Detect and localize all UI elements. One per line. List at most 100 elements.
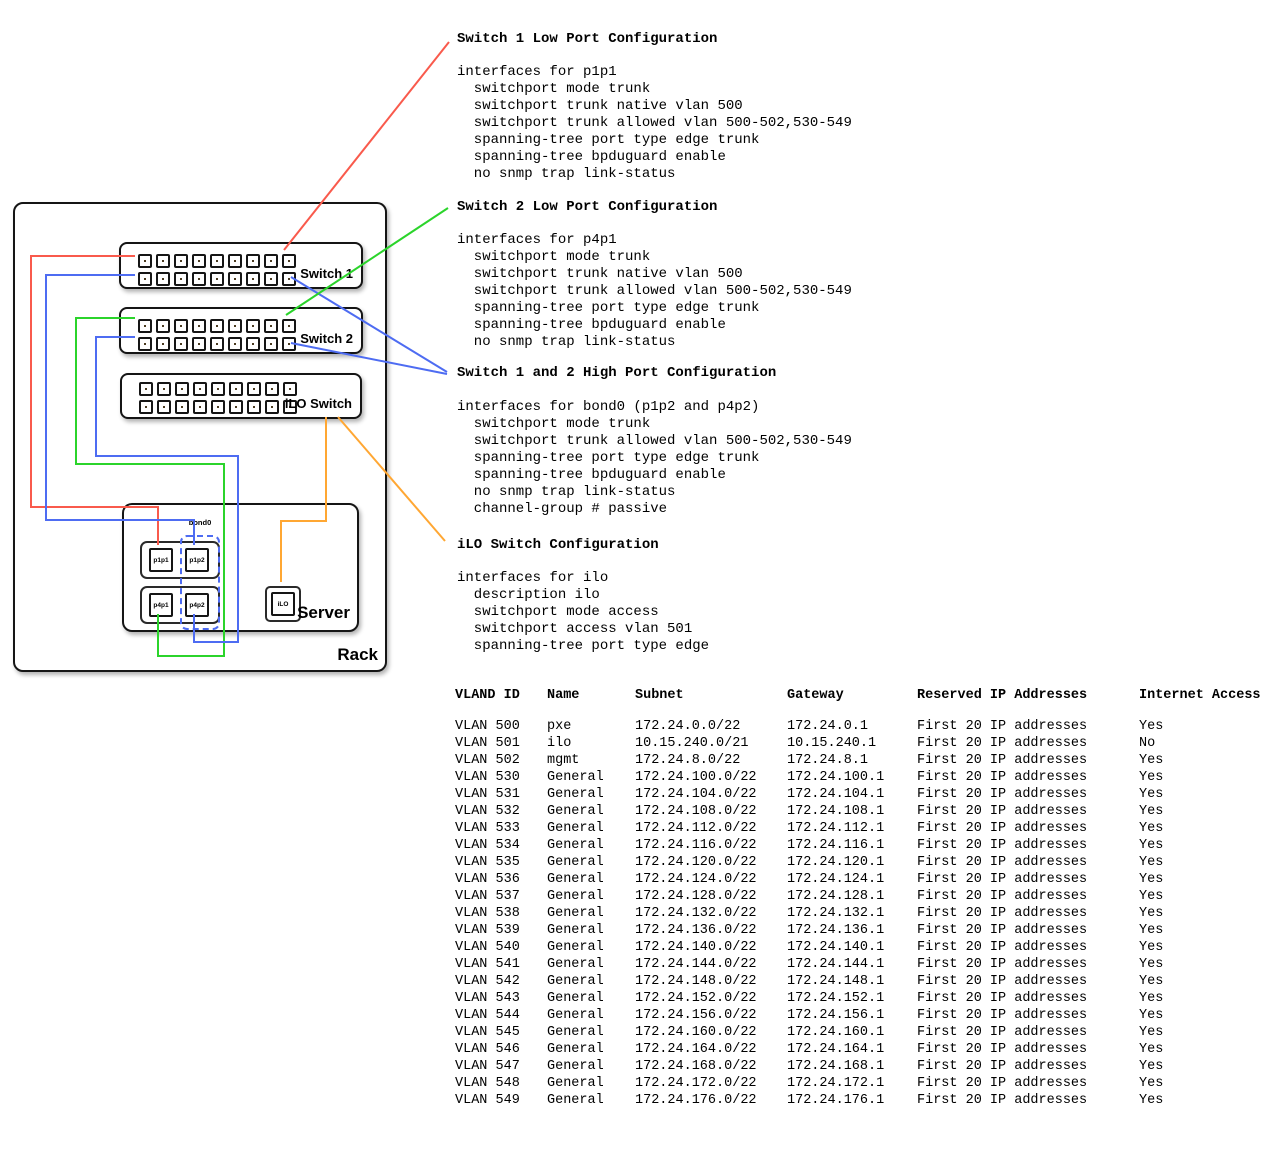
- switch1-port-row-high: [138, 272, 296, 286]
- cell-reserved-ip: First 20 IP addresses: [917, 735, 1087, 752]
- cell-gateway: 172.24.108.1: [787, 803, 884, 820]
- cell-name: General: [547, 820, 604, 837]
- cell-reserved-ip: First 20 IP addresses: [917, 854, 1087, 871]
- cell-internet-access: Yes: [1139, 905, 1163, 922]
- switch-port: [192, 254, 206, 268]
- switch-port: [282, 272, 296, 286]
- cell-internet-access: Yes: [1139, 820, 1163, 837]
- table-row: VLAN 547 General 172.24.168.0/22 172.24.…: [455, 1058, 1265, 1075]
- switch1-port-row-low: [138, 254, 296, 268]
- cell-subnet: 10.15.240.0/21: [635, 735, 748, 752]
- table-row: VLAN 502 mgmt 172.24.8.0/22 172.24.8.1 F…: [455, 752, 1265, 769]
- table-row: VLAN 539 General 172.24.136.0/22 172.24.…: [455, 922, 1265, 939]
- cell-internet-access: Yes: [1139, 803, 1163, 820]
- cell-subnet: 172.24.156.0/22: [635, 1007, 757, 1024]
- cell-reserved-ip: First 20 IP addresses: [917, 820, 1087, 837]
- switch-port: [210, 254, 224, 268]
- switch-port: [228, 319, 242, 333]
- config-line: interfaces for ilo: [457, 570, 709, 587]
- switch-port: [192, 337, 206, 351]
- switch-port: [264, 272, 278, 286]
- config-title-ilo-switch: iLO Switch Configuration: [457, 537, 659, 554]
- table-row: VLAN 535 General 172.24.120.0/22 172.24.…: [455, 854, 1265, 871]
- cell-gateway: 10.15.240.1: [787, 735, 876, 752]
- config-line: switchport trunk native vlan 500: [457, 266, 852, 283]
- config-line: switchport access vlan 501: [457, 621, 709, 638]
- cell-reserved-ip: First 20 IP addresses: [917, 1007, 1087, 1024]
- cell-subnet: 172.24.8.0/22: [635, 752, 740, 769]
- cell-vlan-id: VLAN 530: [455, 769, 520, 786]
- config-line: interfaces for p4p1: [457, 232, 852, 249]
- config-line: spanning-tree port type edge: [457, 638, 709, 655]
- config-body-switch2-low: interfaces for p4p1 switchport mode trun…: [457, 232, 852, 351]
- table-row: VLAN 533 General 172.24.112.0/22 172.24.…: [455, 820, 1265, 837]
- switch-port: [282, 337, 296, 351]
- config-body-ilo-switch: interfaces for ilo description ilo switc…: [457, 570, 709, 655]
- cell-internet-access: Yes: [1139, 769, 1163, 786]
- switch-port: [174, 254, 188, 268]
- config-line: spanning-tree bpduguard enable: [457, 317, 852, 334]
- server-port-p4p1: p4p1: [149, 593, 173, 617]
- cell-subnet: 172.24.108.0/22: [635, 803, 757, 820]
- cell-reserved-ip: First 20 IP addresses: [917, 1058, 1087, 1075]
- ilo-switch-box: iLO Switch: [120, 373, 362, 419]
- rack-box: Switch 1 Switch 2 iLO Switch bond0 p1p1 …: [13, 202, 387, 672]
- config-line: switchport mode trunk: [457, 416, 852, 433]
- switch-port: [138, 319, 152, 333]
- config-line: no snmp trap link-status: [457, 166, 852, 183]
- switch-port: [175, 382, 189, 396]
- cell-reserved-ip: First 20 IP addresses: [917, 956, 1087, 973]
- cell-vlan-id: VLAN 535: [455, 854, 520, 871]
- cell-gateway: 172.24.172.1: [787, 1075, 884, 1092]
- table-row: VLAN 501 ilo 10.15.240.0/21 10.15.240.1 …: [455, 735, 1265, 752]
- cell-vlan-id: VLAN 533: [455, 820, 520, 837]
- table-row: VLAN 548 General 172.24.172.0/22 172.24.…: [455, 1075, 1265, 1092]
- table-row: VLAN 540 General 172.24.140.0/22 172.24.…: [455, 939, 1265, 956]
- cell-reserved-ip: First 20 IP addresses: [917, 939, 1087, 956]
- config-line: spanning-tree bpduguard enable: [457, 149, 852, 166]
- cell-reserved-ip: First 20 IP addresses: [917, 837, 1087, 854]
- cell-name: General: [547, 1007, 604, 1024]
- header-vland-id: VLAND ID: [455, 687, 520, 704]
- cell-vlan-id: VLAN 544: [455, 1007, 520, 1024]
- cell-vlan-id: VLAN 549: [455, 1092, 520, 1109]
- switch-port: [156, 254, 170, 268]
- cell-gateway: 172.24.128.1: [787, 888, 884, 905]
- cell-vlan-id: VLAN 546: [455, 1041, 520, 1058]
- cell-subnet: 172.24.140.0/22: [635, 939, 757, 956]
- table-row: VLAN 531 General 172.24.104.0/22 172.24.…: [455, 786, 1265, 803]
- config-line: channel-group # passive: [457, 501, 852, 518]
- cell-vlan-id: VLAN 545: [455, 1024, 520, 1041]
- server-label: Server: [297, 603, 350, 623]
- cell-internet-access: Yes: [1139, 1058, 1163, 1075]
- cell-name: General: [547, 888, 604, 905]
- config-line: spanning-tree port type edge trunk: [457, 132, 852, 149]
- switch-port: [210, 337, 224, 351]
- config-line: no snmp trap link-status: [457, 484, 852, 501]
- cell-internet-access: Yes: [1139, 1041, 1163, 1058]
- switch-port: [228, 272, 242, 286]
- cell-reserved-ip: First 20 IP addresses: [917, 718, 1087, 735]
- cell-subnet: 172.24.132.0/22: [635, 905, 757, 922]
- cell-subnet: 172.24.172.0/22: [635, 1075, 757, 1092]
- cell-name: General: [547, 786, 604, 803]
- switch-port: [211, 382, 225, 396]
- cell-vlan-id: VLAN 502: [455, 752, 520, 769]
- config-line: switchport trunk native vlan 500: [457, 98, 852, 115]
- cell-reserved-ip: First 20 IP addresses: [917, 752, 1087, 769]
- cell-gateway: 172.24.176.1: [787, 1092, 884, 1109]
- table-row: VLAN 541 General 172.24.144.0/22 172.24.…: [455, 956, 1265, 973]
- cell-vlan-id: VLAN 537: [455, 888, 520, 905]
- cell-name: ilo: [547, 735, 571, 752]
- switch2-port-row-low: [138, 319, 296, 333]
- server-port-p1p1: p1p1: [149, 548, 173, 572]
- config-line: no snmp trap link-status: [457, 334, 852, 351]
- cell-name: General: [547, 956, 604, 973]
- cell-vlan-id: VLAN 531: [455, 786, 520, 803]
- cell-name: General: [547, 769, 604, 786]
- cell-reserved-ip: First 20 IP addresses: [917, 1041, 1087, 1058]
- cell-gateway: 172.24.0.1: [787, 718, 868, 735]
- config-line: switchport mode access: [457, 604, 709, 621]
- switch-port: [192, 272, 206, 286]
- ilo-switch-label: iLO Switch: [285, 396, 352, 411]
